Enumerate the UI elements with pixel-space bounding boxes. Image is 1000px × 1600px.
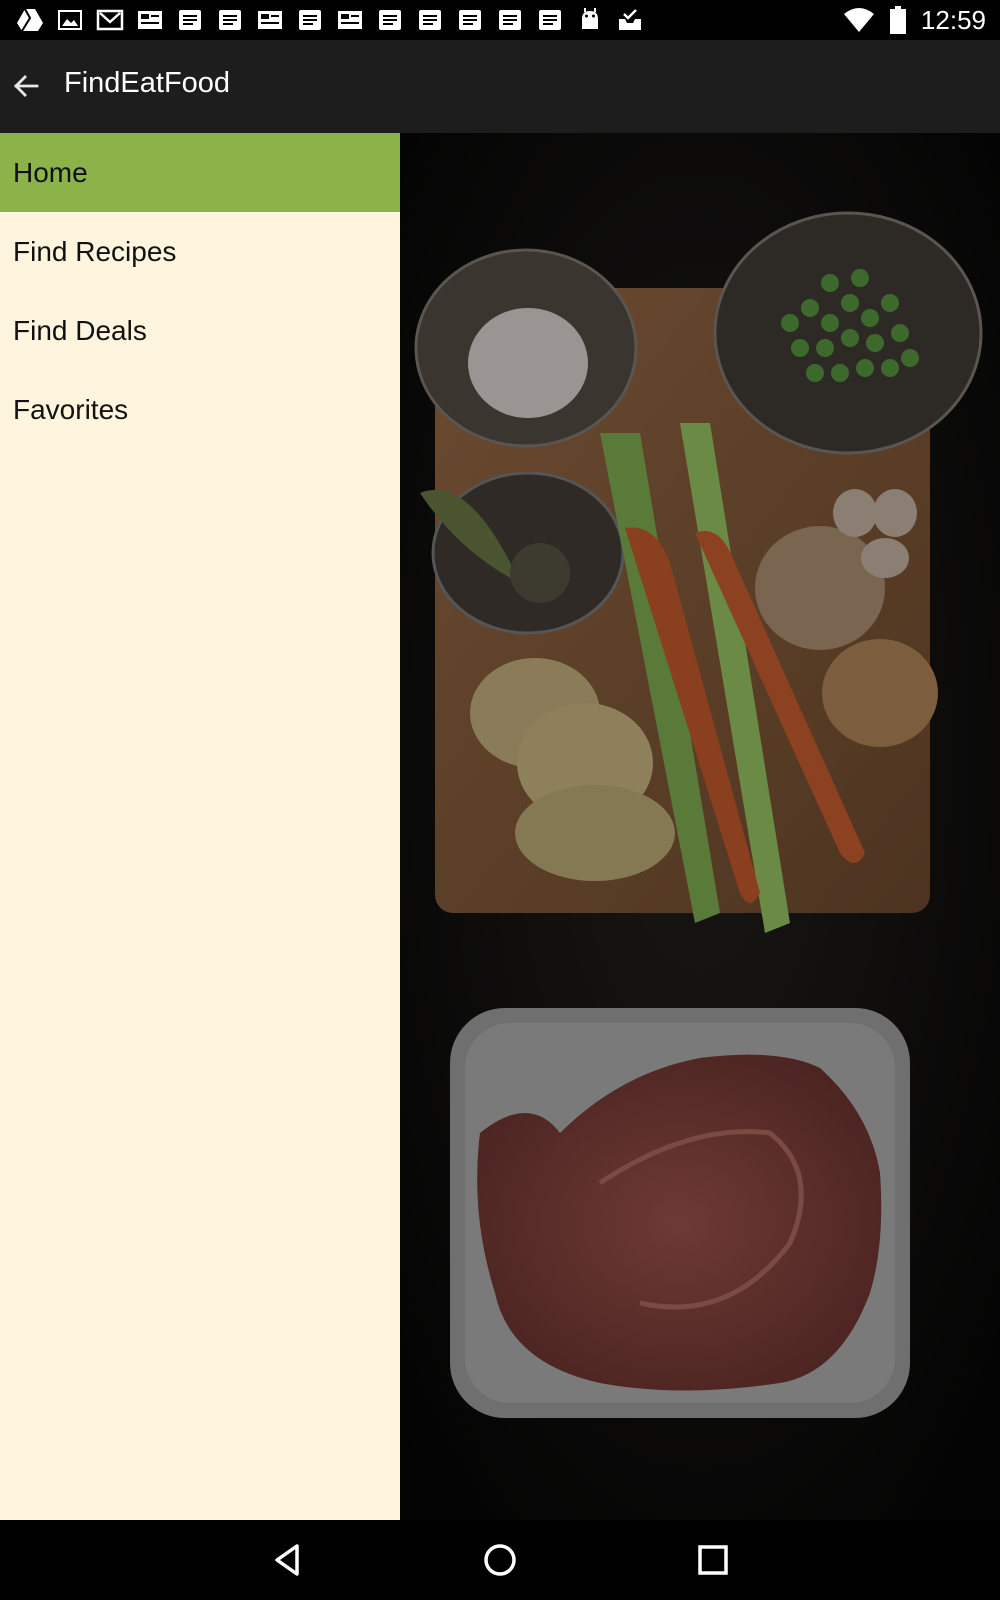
doc-icon [299, 10, 321, 30]
doc-icon [379, 10, 401, 30]
status-bar: 12:59 [0, 0, 1000, 40]
app-title: FindEatFood [64, 67, 231, 99]
status-right: 12:59 [843, 0, 986, 40]
nav-recents-button[interactable] [683, 1530, 743, 1590]
drawer-item-label: Favorites [13, 393, 129, 425]
food-ingredients-image [400, 133, 1000, 1520]
drawer-item-label: Find Recipes [13, 235, 177, 267]
android-icon [582, 8, 598, 29]
doc-icon [539, 10, 561, 30]
doc-icon [179, 10, 201, 30]
news-icon [258, 11, 282, 29]
news-icon [338, 11, 362, 29]
doc-icon [219, 10, 241, 30]
battery-icon [889, 6, 906, 34]
image-icon [58, 10, 82, 30]
back-button[interactable] [2, 62, 50, 110]
notification-icons [16, 7, 644, 33]
doc-icon [499, 10, 521, 30]
back-arrow-icon [14, 75, 39, 97]
system-nav-bar [0, 1520, 1000, 1600]
drawer-item-find-deals[interactable]: Find Deals [0, 291, 400, 370]
nav-home-button[interactable] [470, 1530, 530, 1590]
app-bar: FindEatFood [0, 40, 1000, 133]
drawer-item-label: Find Deals [13, 314, 147, 346]
back-triangle-icon [275, 1544, 299, 1576]
inbox-check-icon [619, 9, 641, 30]
gmail-icon [96, 9, 124, 31]
drawer-item-home[interactable]: Home [0, 133, 400, 212]
main-content-scrim[interactable] [400, 133, 1000, 1520]
doc-icon [459, 10, 481, 30]
wifi-icon [843, 8, 874, 32]
news-icon [138, 11, 162, 29]
clock-time: 12:59 [920, 4, 986, 35]
drawer-item-label: Home [13, 156, 88, 188]
home-circle-icon [484, 1544, 516, 1576]
doc-icon [419, 10, 441, 30]
recents-square-icon [698, 1545, 728, 1575]
drawer-item-find-recipes[interactable]: Find Recipes [0, 212, 400, 291]
drive-icon [17, 8, 43, 32]
drawer-item-favorites[interactable]: Favorites [0, 370, 400, 449]
nav-back-button[interactable] [257, 1530, 317, 1590]
navigation-drawer: Home Find Recipes Find Deals Favorites [0, 133, 400, 1520]
